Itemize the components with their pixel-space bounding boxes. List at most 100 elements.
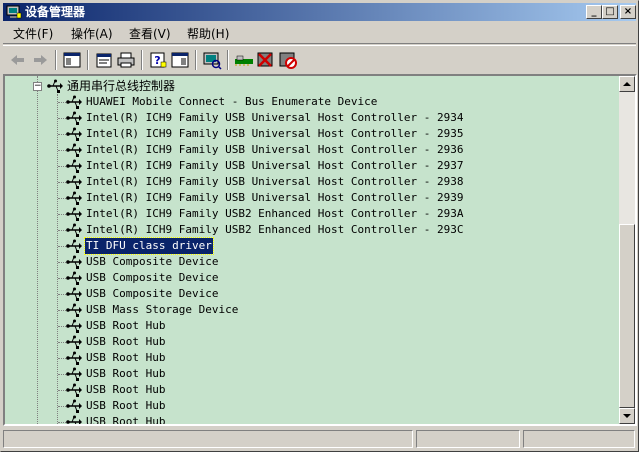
menu-view[interactable]: 查看(V) <box>125 26 175 42</box>
usb-device-icon <box>66 207 82 221</box>
device-row[interactable]: USB Composite Device <box>5 270 605 286</box>
device-row[interactable]: Intel(R) ICH9 Family USB Universal Host … <box>5 190 605 206</box>
tree-branch-line <box>58 182 66 183</box>
scroll-thumb[interactable] <box>619 224 635 408</box>
device-label: Intel(R) ICH9 Family USB Universal Host … <box>86 111 464 124</box>
device-tree[interactable]: − 通用串行总线控制器 HUAWEI Mobile Connect - Bus … <box>5 76 617 424</box>
tree-category-usb-controllers[interactable]: − 通用串行总线控制器 <box>5 78 605 94</box>
device-row[interactable]: Intel(R) ICH9 Family USB Universal Host … <box>5 110 605 126</box>
device-label: HUAWEI Mobile Connect - Bus Enumerate De… <box>86 95 378 108</box>
usb-device-icon <box>66 111 82 125</box>
device-row[interactable]: USB Root Hub <box>5 366 605 382</box>
device-row[interactable]: Intel(R) ICH9 Family USB Universal Host … <box>5 126 605 142</box>
scroll-up-button[interactable] <box>619 76 635 92</box>
uninstall-icon[interactable] <box>255 50 277 70</box>
maximize-button[interactable]: □ <box>602 5 618 19</box>
device-row[interactable]: USB Root Hub <box>5 398 605 414</box>
device-row[interactable]: USB Composite Device <box>5 286 605 302</box>
device-row[interactable]: Intel(R) ICH9 Family USB Universal Host … <box>5 142 605 158</box>
show-hide-console-tree-icon[interactable] <box>61 50 83 70</box>
tree-branch-line <box>58 278 66 279</box>
device-label: Intel(R) ICH9 Family USB Universal Host … <box>86 127 464 140</box>
device-row[interactable]: Intel(R) ICH9 Family USB Universal Host … <box>5 158 605 174</box>
device-label: Intel(R) ICH9 Family USB2 Enhanced Host … <box>86 223 464 236</box>
tree-branch-line <box>58 326 66 327</box>
scroll-down-button[interactable] <box>619 408 635 424</box>
close-button[interactable]: × <box>620 5 636 19</box>
scan-hardware-icon[interactable] <box>201 50 223 70</box>
menu-action[interactable]: 操作(A) <box>67 26 117 42</box>
device-row[interactable]: USB Root Hub <box>5 318 605 334</box>
device-manager-window: 设备管理器 _ □ × 文件(F) 操作(A) 查看(V) 帮助(H) ? − … <box>0 0 639 452</box>
device-row[interactable]: HUAWEI Mobile Connect - Bus Enumerate De… <box>5 94 605 110</box>
device-row[interactable]: USB Root Hub <box>5 334 605 350</box>
usb-device-icon <box>66 255 82 269</box>
device-label: USB Root Hub <box>86 367 166 380</box>
window-title: 设备管理器 <box>25 5 86 19</box>
help-icon[interactable]: ? <box>147 50 169 70</box>
vertical-scrollbar[interactable] <box>619 76 635 424</box>
device-tree-pane[interactable]: − 通用串行总线控制器 HUAWEI Mobile Connect - Bus … <box>3 74 637 426</box>
forward-arrow-icon[interactable] <box>29 50 51 70</box>
usb-device-icon <box>66 239 82 253</box>
tree-branch-line <box>58 246 66 247</box>
properties-icon[interactable] <box>93 50 115 70</box>
usb-device-icon <box>66 383 82 397</box>
title-bar[interactable]: 设备管理器 _ □ × <box>3 3 636 21</box>
usb-device-icon <box>66 367 82 381</box>
tree-branch-line <box>58 230 66 231</box>
status-bar <box>3 429 636 449</box>
disable-device-icon[interactable] <box>277 50 299 70</box>
device-row[interactable]: TI DFU class driver <box>5 237 605 255</box>
usb-device-icon <box>66 95 82 109</box>
tree-branch-line <box>58 342 66 343</box>
menu-bar: 文件(F) 操作(A) 查看(V) 帮助(H) <box>3 23 636 44</box>
device-row[interactable]: Intel(R) ICH9 Family USB2 Enhanced Host … <box>5 222 605 238</box>
device-label: Intel(R) ICH9 Family USB Universal Host … <box>86 175 464 188</box>
device-label: Intel(R) ICH9 Family USB2 Enhanced Host … <box>86 207 464 220</box>
device-row[interactable]: Intel(R) ICH9 Family USB Universal Host … <box>5 174 605 190</box>
back-arrow-icon[interactable] <box>7 50 29 70</box>
menu-file[interactable]: 文件(F) <box>9 26 57 42</box>
toolbar-separator <box>55 50 57 70</box>
tree-branch-line <box>58 214 66 215</box>
device-label: Intel(R) ICH9 Family USB Universal Host … <box>86 159 464 172</box>
status-panel-tertiary <box>523 430 635 448</box>
svg-text:?: ? <box>154 54 160 67</box>
device-row[interactable]: USB Root Hub <box>5 382 605 398</box>
minimize-button[interactable]: _ <box>586 5 602 19</box>
device-label: USB Root Hub <box>86 399 166 412</box>
usb-device-icon <box>66 319 82 333</box>
collapse-toggle[interactable]: − <box>33 82 42 91</box>
tree-branch-line <box>58 134 66 135</box>
tree-branch-line <box>58 358 66 359</box>
tree-branch-line <box>58 422 66 423</box>
toolbar-separator <box>141 50 143 70</box>
usb-device-icon <box>66 399 82 413</box>
tree-branch-line <box>58 390 66 391</box>
update-driver-icon[interactable] <box>233 50 255 70</box>
tree-branch-line <box>58 310 66 311</box>
device-label: USB Composite Device <box>86 271 219 284</box>
print-icon[interactable] <box>115 50 137 70</box>
device-row[interactable]: Intel(R) ICH9 Family USB2 Enhanced Host … <box>5 206 605 222</box>
tree-category-label: 通用串行总线控制器 <box>67 79 176 93</box>
device-row[interactable]: USB Mass Storage Device <box>5 302 605 318</box>
tree-branch-line <box>58 102 66 103</box>
device-row[interactable]: USB Root Hub <box>5 350 605 366</box>
device-label: USB Root Hub <box>86 383 166 396</box>
usb-device-icon <box>66 335 82 349</box>
device-label: Intel(R) ICH9 Family USB Universal Host … <box>86 143 464 156</box>
status-panel-main <box>3 430 413 448</box>
device-label: USB Root Hub <box>86 319 166 332</box>
show-hide-action-pane-icon[interactable] <box>169 50 191 70</box>
menu-help[interactable]: 帮助(H) <box>183 26 233 42</box>
usb-device-icon <box>66 175 82 189</box>
device-label: Intel(R) ICH9 Family USB Universal Host … <box>86 191 464 204</box>
toolbar-separator <box>87 50 89 70</box>
usb-device-icon <box>66 415 82 424</box>
device-row[interactable]: USB Root Hub <box>5 414 605 424</box>
device-label: USB Composite Device <box>86 287 219 300</box>
usb-device-icon <box>66 223 82 237</box>
device-row[interactable]: USB Composite Device <box>5 254 605 270</box>
